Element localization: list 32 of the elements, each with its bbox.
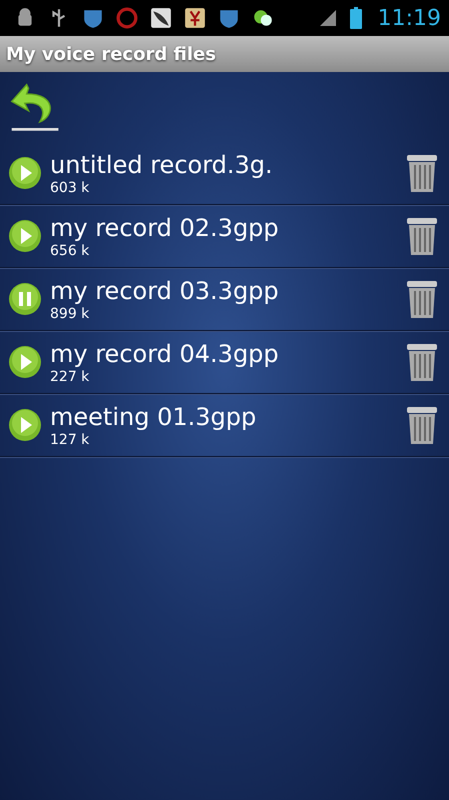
trash-icon[interactable] (405, 342, 439, 382)
file-size: 127 k (50, 432, 90, 448)
battery-icon (350, 7, 362, 29)
file-row[interactable]: my record 02.3gpp 656 k (0, 205, 449, 268)
file-name: my record 03.3gpp (50, 276, 280, 306)
file-row[interactable]: meeting 01.3gpp 127 k (0, 394, 449, 457)
file-size: 899 k (50, 306, 90, 322)
file-size: 656 k (50, 243, 90, 259)
file-row[interactable]: my record 04.3gpp 227 k (0, 331, 449, 394)
file-size: 227 k (50, 369, 90, 385)
yen-icon (184, 7, 206, 29)
trash-icon[interactable] (405, 216, 439, 256)
trash-icon[interactable] (405, 279, 439, 319)
file-name: my record 04.3gpp (50, 339, 280, 369)
trash-icon[interactable] (405, 405, 439, 445)
file-name: my record 02.3gpp (50, 213, 280, 243)
trash-icon[interactable] (405, 153, 439, 193)
screen-title: My voice record files (6, 44, 216, 64)
pause-button-icon[interactable] (8, 282, 42, 316)
play-button-icon[interactable] (8, 156, 42, 190)
file-row[interactable]: untitled record.3g. 603 k (0, 142, 449, 205)
ring-icon (116, 7, 138, 29)
clock-time: 11:19 (378, 6, 441, 30)
play-button-icon[interactable] (8, 219, 42, 253)
play-button-icon[interactable] (8, 408, 42, 442)
signal-icon (318, 8, 338, 28)
file-row[interactable]: my record 03.3gpp 899 k (0, 268, 449, 331)
file-size: 603 k (50, 180, 90, 196)
leaf-icon (150, 7, 172, 29)
file-name: meeting 01.3gpp (50, 402, 258, 432)
file-name: untitled record.3g. (50, 150, 274, 180)
play-button-icon[interactable] (8, 345, 42, 379)
